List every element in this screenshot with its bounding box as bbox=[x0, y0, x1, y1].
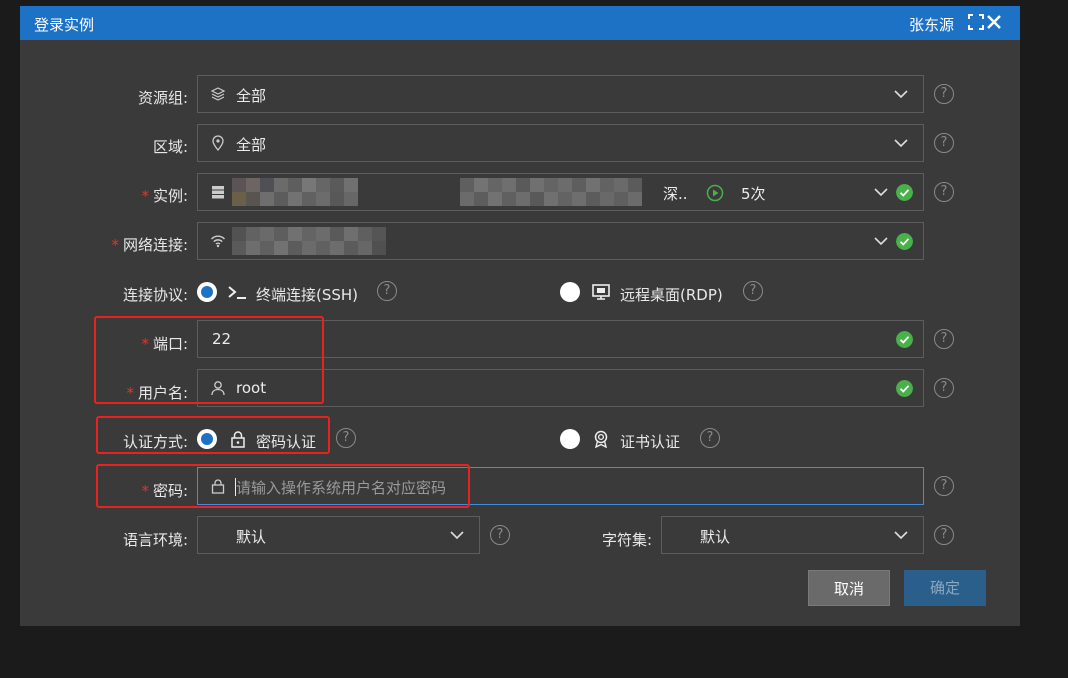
redacted-instance-ip bbox=[460, 178, 642, 208]
wifi-icon bbox=[210, 235, 226, 248]
map-pin-icon bbox=[212, 135, 224, 151]
charset-select[interactable]: 默认 bbox=[661, 516, 924, 554]
maximize-icon[interactable] bbox=[966, 12, 986, 32]
chevron-down-icon bbox=[894, 139, 908, 148]
resource-group-help-icon[interactable]: ? bbox=[934, 84, 954, 104]
highlight-port-username bbox=[94, 316, 324, 404]
instance-region: 深.. bbox=[663, 185, 688, 203]
region-help-icon[interactable]: ? bbox=[934, 133, 954, 153]
layers-icon bbox=[210, 87, 226, 101]
chevron-down-icon bbox=[874, 237, 888, 246]
resource-group-select[interactable]: 全部 bbox=[197, 75, 924, 113]
title-bar: 登录实例 张东源 bbox=[20, 6, 1020, 40]
password-help-icon[interactable]: ? bbox=[934, 476, 954, 496]
charset-help-icon[interactable]: ? bbox=[934, 525, 954, 545]
region-select[interactable]: 全部 bbox=[197, 124, 924, 162]
instance-label: * 实例: bbox=[141, 187, 188, 205]
resource-group-label: 资源组: bbox=[137, 89, 188, 107]
check-circle-icon bbox=[896, 233, 913, 250]
protocol-ssh-help-icon[interactable]: ? bbox=[377, 281, 397, 301]
network-select[interactable] bbox=[197, 222, 924, 260]
instance-select[interactable]: 深.. 5次 bbox=[197, 173, 924, 211]
play-circle-icon bbox=[706, 184, 724, 202]
dialog-title: 登录实例 bbox=[34, 16, 95, 34]
locale-select[interactable]: 默认 bbox=[197, 516, 480, 554]
protocol-rdp-help-icon[interactable]: ? bbox=[743, 281, 763, 301]
check-circle-icon bbox=[896, 331, 913, 348]
instance-count: 5次 bbox=[741, 185, 766, 203]
locale-label: 语言环境: bbox=[122, 531, 188, 549]
protocol-label: 连接协议: bbox=[122, 286, 188, 304]
protocol-rdp-radio[interactable] bbox=[560, 282, 580, 302]
check-circle-icon bbox=[896, 380, 913, 397]
redacted-instance-name bbox=[232, 178, 358, 208]
check-circle-icon bbox=[896, 184, 913, 201]
confirm-button[interactable]: 确定 bbox=[904, 570, 986, 606]
close-icon[interactable] bbox=[984, 12, 1004, 32]
highlight-password bbox=[96, 464, 470, 508]
auth-certificate-label[interactable]: 证书认证 bbox=[620, 431, 680, 452]
current-user: 张东源 bbox=[908, 16, 954, 34]
terminal-icon bbox=[228, 286, 246, 299]
chevron-down-icon bbox=[450, 531, 464, 540]
protocol-ssh-label[interactable]: 终端连接(SSH) bbox=[256, 284, 358, 305]
protocol-ssh-radio[interactable] bbox=[197, 282, 217, 302]
instance-help-icon[interactable]: ? bbox=[934, 182, 954, 202]
monitor-icon bbox=[592, 284, 610, 300]
server-icon bbox=[212, 186, 224, 199]
port-help-icon[interactable]: ? bbox=[934, 329, 954, 349]
auth-password-help-icon[interactable]: ? bbox=[336, 428, 356, 448]
region-label: 区域: bbox=[152, 138, 188, 156]
protocol-rdp-label[interactable]: 远程桌面(RDP) bbox=[620, 284, 723, 305]
certificate-icon bbox=[594, 430, 608, 448]
username-help-icon[interactable]: ? bbox=[934, 378, 954, 398]
redacted-network-name bbox=[232, 227, 386, 257]
region-value: 全部 bbox=[236, 136, 267, 154]
auth-certificate-radio[interactable] bbox=[560, 429, 580, 449]
locale-value: 默认 bbox=[236, 528, 267, 546]
chevron-down-icon bbox=[894, 90, 908, 99]
highlight-auth-method bbox=[96, 416, 330, 454]
cancel-button[interactable]: 取消 bbox=[808, 570, 890, 606]
charset-value: 默认 bbox=[700, 528, 731, 546]
charset-label: 字符集: bbox=[601, 531, 652, 549]
chevron-down-icon bbox=[894, 531, 908, 540]
resource-group-value: 全部 bbox=[236, 87, 267, 105]
chevron-down-icon bbox=[874, 188, 888, 197]
network-label: * 网络连接: bbox=[111, 236, 188, 254]
auth-certificate-help-icon[interactable]: ? bbox=[700, 428, 720, 448]
